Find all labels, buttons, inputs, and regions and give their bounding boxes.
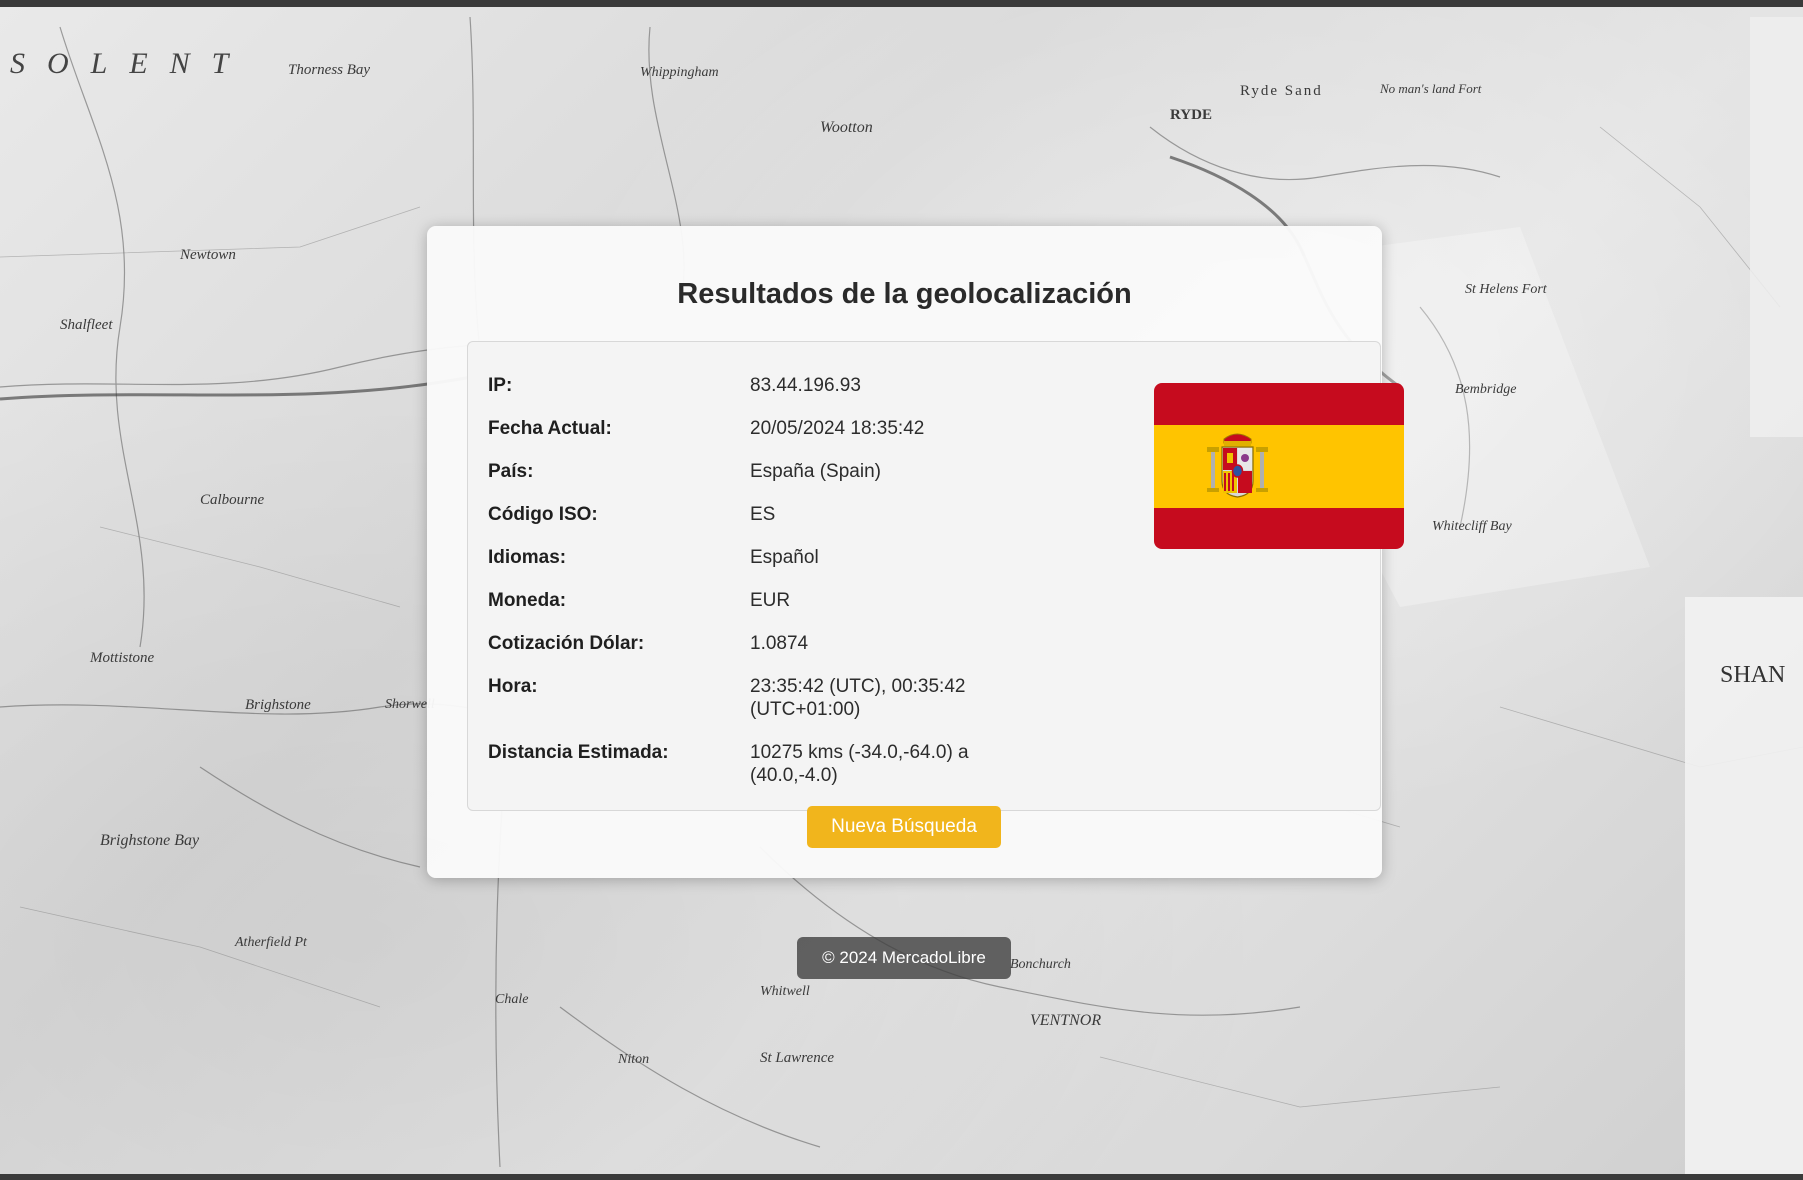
map-label: St Lawrence [760,1050,835,1066]
result-value: 10275 kms (-34.0,-64.0) a (40.0,-4.0) [750,742,969,786]
map-label: VENTNOR [1030,1012,1102,1029]
result-value: 83.44.196.93 [750,375,861,396]
map-label: Thorness Bay [288,62,371,78]
result-label: Moneda: [488,590,567,611]
window-top-border [0,0,1803,7]
map-label: RYDE [1170,107,1212,123]
map-label: Bonchurch [1010,957,1071,972]
map-label: Chale [495,992,529,1007]
map-label: Brighstone Bay [100,832,200,849]
result-label: Código ISO: [488,504,598,525]
map-label: Mottistone [90,650,155,666]
window-bottom-border [0,1174,1803,1180]
result-value: EUR [750,590,791,611]
result-value: Español [750,547,819,568]
results-card: Resultados de la geolocalización IP: 83.… [427,226,1404,878]
result-value: España (Spain) [750,461,881,482]
map-label: Atherfield Pt [235,935,307,950]
map-label: Whitecliff Bay [1432,519,1512,534]
result-label: Cotización Dólar: [488,633,645,654]
result-value: 20/05/2024 18:35:42 [750,418,925,439]
spain-flag-icon [1154,383,1404,549]
new-search-button[interactable]: Nueva Búsqueda [807,806,1001,848]
result-label: País: [488,461,534,482]
map-label: Brighstone [245,697,311,713]
result-label: Idiomas: [488,547,567,568]
result-label: Fecha Actual: [488,418,612,439]
result-label: Hora: [488,676,538,697]
map-label: SOLENT [10,47,251,80]
result-value: ES [750,504,776,525]
map-label: Newtown [180,247,236,263]
map-label: Bembridge [1455,382,1517,397]
page-title: Resultados de la geolocalización [677,278,1132,310]
map-label: Wootton [820,119,873,136]
map-label: No man's land Fort [1380,81,1482,96]
result-value: 23:35:42 (UTC), 00:35:42 (UTC+01:00) [750,676,966,720]
map-label: Whitwell [760,984,810,999]
map-label: SHAN [1720,662,1786,688]
results-panel: IP: 83.44.196.93 Fecha Actual: 20/05/202… [467,341,1404,811]
map-label: Whippingham [640,65,719,80]
result-value: 1.0874 [750,633,809,654]
footer: © 2024 MercadoLibre [797,937,1011,979]
map-label: Shalfleet [60,317,113,333]
map-label: Ryde Sand [1240,83,1323,99]
map-label: Niton [618,1052,650,1067]
result-label: Distancia Estimada: [488,742,669,763]
map-label: St Helens Fort [1465,282,1547,297]
map-label: Calbourne [200,492,265,508]
result-label: IP: [488,375,513,396]
